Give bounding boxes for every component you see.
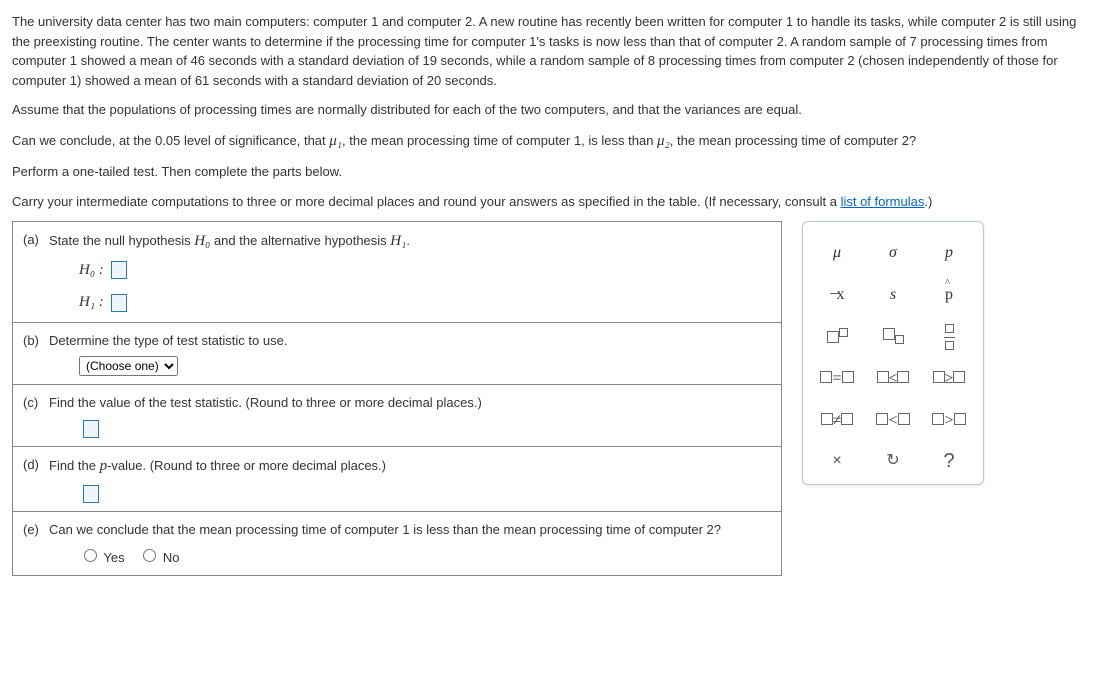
palette-power[interactable] xyxy=(809,316,865,358)
palette-gt[interactable]: > xyxy=(921,400,977,442)
part-b-letter: (b) xyxy=(23,331,49,377)
palette-ge[interactable]: ≥ xyxy=(921,358,977,400)
palette-clear-icon[interactable]: × xyxy=(809,442,865,480)
palette-s[interactable]: s xyxy=(865,274,921,316)
problem-paragraph-1: The university data center has two main … xyxy=(12,12,1081,90)
h1-input[interactable] xyxy=(111,294,127,312)
palette-ne[interactable]: ≠ xyxy=(809,400,865,442)
test-statistic-input[interactable] xyxy=(83,420,99,438)
problem-paragraph-4: Perform a one-tailed test. Then complete… xyxy=(12,162,1081,182)
part-a-text: State the null hypothesis H₀ and the alt… xyxy=(49,233,410,248)
palette-phat[interactable]: ^p xyxy=(921,274,977,316)
no-radio-label[interactable]: No xyxy=(138,550,179,565)
part-e-text: Can we conclude that the mean processing… xyxy=(49,522,721,537)
pvalue-input[interactable] xyxy=(83,485,99,503)
h0-input[interactable] xyxy=(111,261,127,279)
palette-mu[interactable]: μ xyxy=(809,232,865,274)
palette-help-icon[interactable]: ? xyxy=(921,442,977,480)
yes-radio[interactable] xyxy=(84,549,97,562)
part-d-letter: (d) xyxy=(23,455,49,503)
part-d-text: Find the p-value. (Round to three or mor… xyxy=(49,458,386,473)
palette-reset-icon[interactable]: ↻ xyxy=(865,442,921,480)
part-c-letter: (c) xyxy=(23,393,49,438)
problem-paragraph-5: Carry your intermediate computations to … xyxy=(12,192,1081,212)
yes-radio-label[interactable]: Yes xyxy=(79,550,125,565)
no-radio[interactable] xyxy=(143,549,156,562)
part-c-text: Find the value of the test statistic. (R… xyxy=(49,395,482,410)
h0-label: H₀ : xyxy=(79,262,104,278)
part-b-text: Determine the type of test statistic to … xyxy=(49,333,287,348)
palette-equal[interactable]: = xyxy=(809,358,865,400)
palette-xbar[interactable]: _x̄x xyxy=(809,274,865,316)
palette-sigma[interactable]: σ xyxy=(865,232,921,274)
h1-label: H₁ : xyxy=(79,294,104,310)
palette-fraction[interactable] xyxy=(921,316,977,358)
answer-table: (a) State the null hypothesis H₀ and the… xyxy=(12,221,782,576)
symbol-palette: μ σ p _x̄x s ^p = ≤ ≥ ≠ < > × ↻ ? xyxy=(802,221,984,485)
formulas-link[interactable]: list of formulas xyxy=(841,194,925,209)
problem-paragraph-2: Assume that the populations of processin… xyxy=(12,100,1081,120)
palette-le[interactable]: ≤ xyxy=(865,358,921,400)
palette-p[interactable]: p xyxy=(921,232,977,274)
palette-subscript[interactable] xyxy=(865,316,921,358)
palette-lt[interactable]: < xyxy=(865,400,921,442)
test-statistic-select[interactable]: (Choose one) xyxy=(79,356,178,376)
part-a-letter: (a) xyxy=(23,230,49,314)
problem-paragraph-3: Can we conclude, at the 0.05 level of si… xyxy=(12,130,1081,153)
part-e-letter: (e) xyxy=(23,520,49,567)
